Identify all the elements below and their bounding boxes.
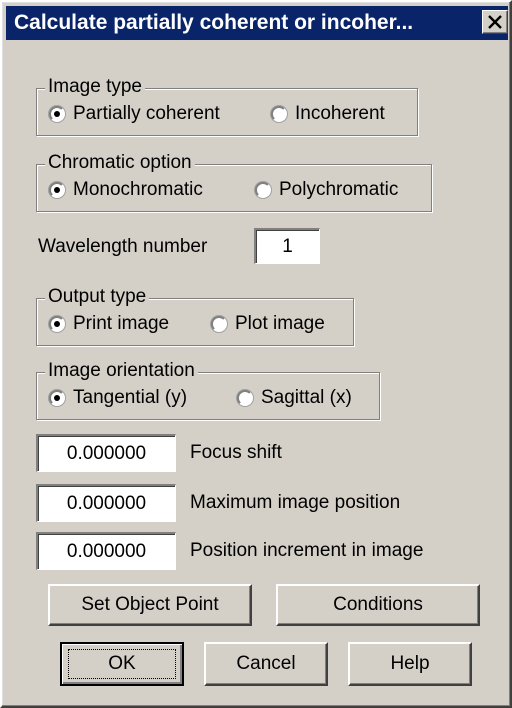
radio-button-selected[interactable] — [49, 390, 65, 406]
image-orientation-legend: Image orientation — [45, 360, 198, 382]
chromatic-option-legend: Chromatic option — [45, 152, 195, 174]
radio-button-selected[interactable] — [49, 316, 65, 332]
radio-button-selected[interactable] — [49, 106, 65, 122]
output-type-legend: Output type — [45, 286, 150, 308]
wavelength-input[interactable] — [254, 228, 320, 264]
conditions-button[interactable]: Conditions — [276, 584, 480, 626]
radio-label: Print image — [73, 313, 170, 334]
radio-label: Sagittal (x) — [261, 387, 352, 408]
radio-label: Polychromatic — [279, 179, 399, 200]
radio-sagittal[interactable]: Sagittal (x) — [237, 387, 352, 409]
image-orientation-group: Image orientation Tangential (y) Sagitta… — [36, 360, 380, 420]
position-increment-input[interactable] — [36, 532, 176, 570]
focus-shift-label: Focus shift — [190, 442, 282, 463]
chromatic-option-group: Chromatic option Monochromatic Polychrom… — [36, 152, 432, 212]
image-type-group: Image type Partially coherent Incoherent — [36, 76, 418, 136]
close-x-icon — [488, 15, 502, 29]
radio-label: Tangential (y) — [73, 387, 188, 408]
radio-button-selected[interactable] — [49, 182, 65, 198]
position-increment-label: Position increment in image — [190, 540, 424, 561]
title-bar: Calculate partially coherent or incoher.… — [6, 6, 508, 40]
radio-monochromatic[interactable]: Monochromatic — [49, 179, 203, 201]
radio-label: Plot image — [235, 313, 325, 334]
maximum-image-position-label: Maximum image position — [190, 492, 401, 513]
output-type-group: Output type Print image Plot image — [36, 286, 354, 346]
window-title: Calculate partially coherent or incoher.… — [14, 11, 414, 34]
radio-button[interactable] — [255, 182, 271, 198]
radio-button[interactable] — [271, 106, 287, 122]
radio-tangential[interactable]: Tangential (y) — [49, 387, 187, 409]
radio-print-image[interactable]: Print image — [49, 313, 169, 335]
radio-partially-coherent[interactable]: Partially coherent — [49, 103, 220, 125]
image-type-legend: Image type — [45, 76, 145, 98]
set-object-point-button[interactable]: Set Object Point — [48, 584, 252, 626]
dialog-window: Calculate partially coherent or incoher.… — [0, 0, 512, 708]
help-button[interactable]: Help — [348, 642, 472, 686]
radio-label: Partially coherent — [73, 103, 220, 124]
radio-incoherent[interactable]: Incoherent — [271, 103, 385, 125]
radio-button[interactable] — [237, 390, 253, 406]
maximum-image-position-input[interactable] — [36, 484, 176, 522]
close-button[interactable] — [482, 10, 508, 34]
focus-shift-input[interactable] — [36, 434, 176, 472]
ok-button[interactable]: OK — [60, 642, 184, 686]
radio-label: Monochromatic — [73, 179, 203, 200]
radio-polychromatic[interactable]: Polychromatic — [255, 179, 398, 201]
cancel-button[interactable]: Cancel — [204, 642, 328, 686]
radio-label: Incoherent — [295, 103, 385, 124]
wavelength-label: Wavelength number — [38, 236, 208, 257]
radio-plot-image[interactable]: Plot image — [211, 313, 325, 335]
ok-button-label: OK — [68, 649, 176, 679]
radio-button[interactable] — [211, 316, 227, 332]
